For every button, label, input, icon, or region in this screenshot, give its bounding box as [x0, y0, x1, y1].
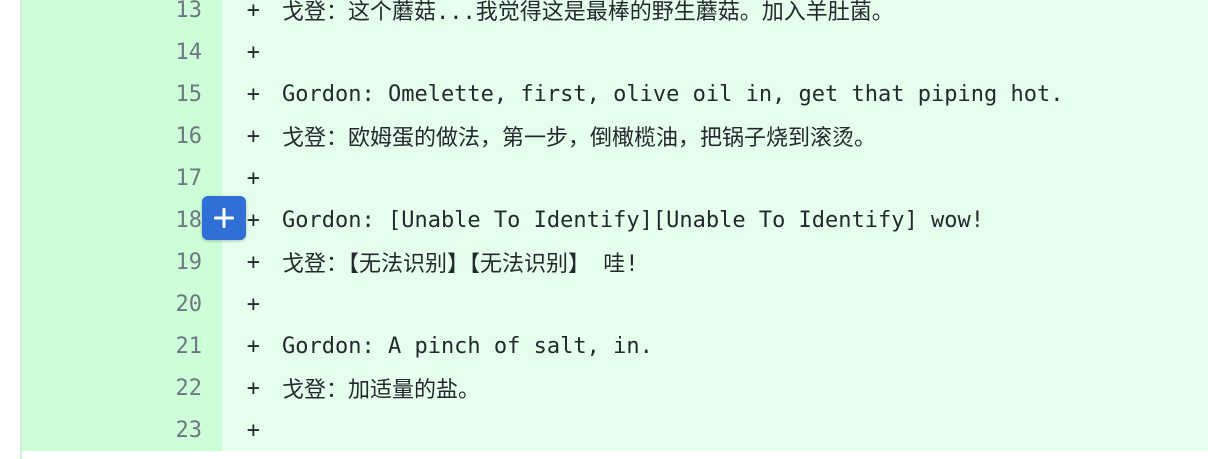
diff-line: 13 + 戈登：这个蘑菇...我觉得这是最棒的野生蘑菇。加入羊肚菌。	[22, 0, 1208, 31]
added-marker: +	[246, 81, 260, 107]
added-marker: +	[246, 291, 260, 317]
diff-line: 15 + Gordon: Omelette, first, olive oil …	[22, 73, 1208, 115]
line-number[interactable]: 13	[22, 0, 222, 31]
line-number[interactable]: 15	[22, 73, 222, 115]
added-marker: +	[246, 39, 260, 65]
line-text: Gordon: A pinch of salt, in.	[282, 333, 653, 359]
line-number[interactable]: 20	[22, 283, 222, 325]
line-number[interactable]: 18	[22, 199, 222, 241]
added-marker: +	[246, 417, 260, 443]
line-content: + Gordon: Omelette, first, olive oil in,…	[222, 73, 1208, 115]
plus-icon	[214, 208, 234, 228]
line-content: + 戈登：加适量的盐。	[222, 367, 1208, 409]
line-number[interactable]: 21	[22, 325, 222, 367]
line-content: + 戈登：这个蘑菇...我觉得这是最棒的野生蘑菇。加入羊肚菌。	[222, 0, 1208, 31]
line-content: +	[222, 31, 1208, 73]
added-marker: +	[246, 333, 260, 359]
line-content: +	[222, 283, 1208, 325]
line-content: +	[222, 409, 1208, 451]
line-number[interactable]: 14	[22, 31, 222, 73]
line-content: + Gordon: [Unable To Identify][Unable To…	[222, 199, 1208, 241]
added-marker: +	[246, 375, 260, 401]
added-marker: +	[246, 165, 260, 191]
diff-line: 18 + Gordon: [Unable To Identify][Unable…	[22, 199, 1208, 241]
line-content: + 戈登：【无法识别】【无法识别】 哇!	[222, 241, 1208, 283]
diff-line: 23 +	[22, 409, 1208, 451]
diff-line: 17 +	[22, 157, 1208, 199]
diff-line: 16 + 戈登：欧姆蛋的做法，第一步，倒橄榄油，把锅子烧到滚烫。	[22, 115, 1208, 157]
added-marker: +	[246, 0, 260, 23]
line-text: Gordon: Omelette, first, olive oil in, g…	[282, 81, 1064, 107]
line-text: 戈登：【无法识别】【无法识别】 哇!	[282, 252, 639, 277]
diff-line: 19 + 戈登：【无法识别】【无法识别】 哇!	[22, 241, 1208, 283]
line-content: + Gordon: A pinch of salt, in.	[222, 325, 1208, 367]
line-content: +	[222, 157, 1208, 199]
diff-line: 14 +	[22, 31, 1208, 73]
added-marker: +	[246, 123, 260, 149]
line-text: 戈登：这个蘑菇...我觉得这是最棒的野生蘑菇。加入羊肚菌。	[282, 0, 894, 25]
add-line-comment-button[interactable]	[202, 196, 246, 240]
diff-left-border	[0, 0, 22, 459]
line-content: + 戈登：欧姆蛋的做法，第一步，倒橄榄油，把锅子烧到滚烫。	[222, 115, 1208, 157]
line-number[interactable]: 19	[22, 241, 222, 283]
line-number[interactable]: 22	[22, 367, 222, 409]
line-number[interactable]: 16	[22, 115, 222, 157]
diff-line: 22 + 戈登：加适量的盐。	[22, 367, 1208, 409]
line-text: 戈登：加适量的盐。	[282, 378, 481, 403]
line-number[interactable]: 17	[22, 157, 222, 199]
line-text: Gordon: [Unable To Identify][Unable To I…	[282, 207, 984, 233]
diff-line: 20 +	[22, 283, 1208, 325]
diff-line: 21 + Gordon: A pinch of salt, in.	[22, 325, 1208, 367]
added-marker: +	[246, 249, 260, 275]
line-text: 戈登：欧姆蛋的做法，第一步，倒橄榄油，把锅子烧到滚烫。	[282, 126, 877, 151]
line-number[interactable]: 23	[22, 409, 222, 451]
